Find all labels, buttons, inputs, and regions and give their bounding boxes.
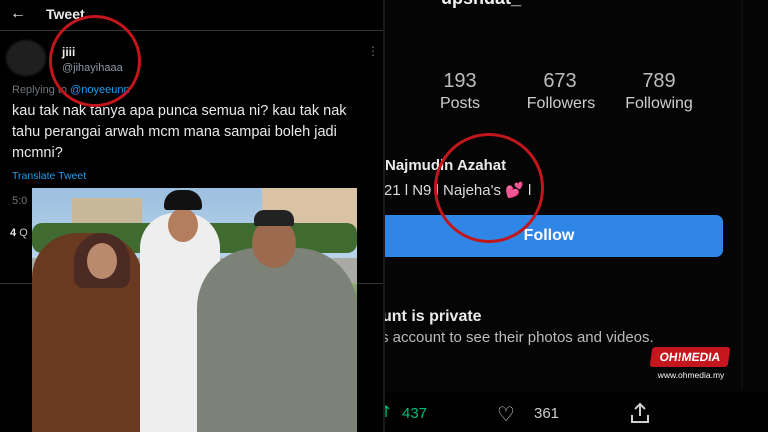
quote-count-value: 4	[10, 227, 17, 239]
tweet-timestamp: 5:0	[12, 195, 28, 207]
like-count: 361	[534, 405, 560, 422]
profile-username: upshdat_	[441, 0, 521, 9]
watermark-url: www.ohmedia.my	[657, 370, 725, 380]
photo-person-man	[197, 248, 357, 432]
share-icon[interactable]	[629, 402, 651, 424]
private-account-subtitle: s account to see their photos and videos…	[385, 329, 654, 346]
following-count[interactable]: 789	[614, 70, 704, 93]
highlight-circle	[49, 15, 141, 107]
tweet-header: ← Tweet	[0, 0, 383, 31]
posts-label[interactable]: Posts	[410, 95, 510, 113]
photo-face	[168, 208, 198, 242]
more-options-icon[interactable]: ⋯	[695, 0, 713, 7]
card-edge	[741, 0, 743, 390]
private-account-title: unt is private	[385, 308, 482, 325]
tweet-action-bar	[385, 392, 768, 432]
retweet-count: 437	[402, 405, 428, 422]
photo-cap	[164, 190, 202, 210]
family-photo	[32, 188, 357, 432]
tweet-text: kau tak nak tanya apa punca semua ni? ka…	[12, 103, 347, 161]
followers-count[interactable]: 673	[515, 70, 605, 93]
more-options-icon[interactable]: ⋮	[367, 44, 379, 58]
avatar[interactable]	[6, 40, 46, 76]
retweet-icon[interactable]: ⇵	[385, 402, 390, 422]
heart-icon[interactable]: ♡	[497, 402, 515, 427]
photo-cap	[254, 210, 294, 226]
highlight-circle	[434, 133, 544, 243]
tweet-panel: ← Tweet jiii @jihayihaaa ⋮ Replying to @…	[0, 0, 383, 432]
instagram-panel: upshdat_ ⋯ 193 Posts 673 Followers 789 F…	[385, 0, 768, 432]
quote-count-label: Q	[19, 227, 28, 239]
ohmedia-logo: OH!MEDIA	[649, 347, 731, 367]
followers-label[interactable]: Followers	[511, 95, 611, 113]
photo-face	[87, 243, 117, 279]
quote-count: 4 Q	[10, 227, 28, 239]
follow-button[interactable]: Follow	[385, 215, 723, 257]
following-label[interactable]: Following	[609, 95, 709, 113]
translate-link[interactable]: Translate Tweet	[12, 170, 86, 182]
arrow-left-icon[interactable]: ←	[10, 5, 26, 23]
posts-count[interactable]: 193	[415, 70, 505, 93]
